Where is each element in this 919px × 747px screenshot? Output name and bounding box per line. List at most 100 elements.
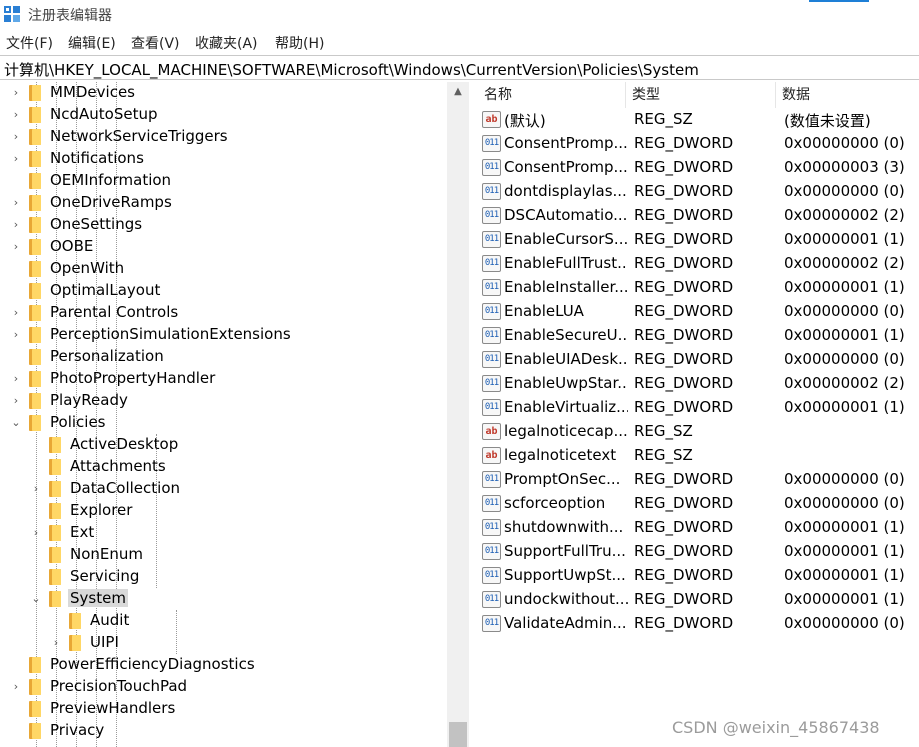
tree-node[interactable]: › UIPI [0,632,447,654]
menu-help[interactable]: 帮助(H) [275,33,324,53]
tree-node[interactable]: Explorer [0,500,447,522]
string-value-icon: ab [482,423,501,440]
tree-node[interactable]: › Parental Controls [0,302,447,324]
tree-node[interactable]: › PhotoPropertyHandler [0,368,447,390]
tree-scrollbar[interactable]: ▲ [447,82,469,747]
tree-node[interactable]: › Notifications [0,148,447,170]
expand-chevron-icon[interactable]: › [10,219,22,231]
tree-node-label: UIPI [90,633,119,651]
tree-node[interactable]: › PerceptionSimulationExtensions [0,324,447,346]
value-row[interactable]: 011 EnableUwpStar... REG_DWORD 0x00000002 (… [470,372,919,396]
tree-node[interactable]: › NcdAutoSetup [0,104,447,126]
tree-node[interactable]: Personalization [0,346,447,368]
menu-view[interactable]: 查看(V) [131,33,180,53]
tree-node[interactable]: OpenWith [0,258,447,280]
expand-chevron-icon[interactable]: › [30,483,42,495]
value-row[interactable]: 011 ValidateAdmin... REG_DWORD 0x00000000 (… [470,612,919,636]
folder-icon [49,525,61,541]
expand-chevron-icon[interactable]: › [10,681,22,693]
tree-node[interactable]: Attachments [0,456,447,478]
menu-favorites[interactable]: 收藏夹(A) [195,33,258,53]
tree-node[interactable]: OEMInformation [0,170,447,192]
tree-node[interactable]: › OneSettings [0,214,447,236]
value-row[interactable]: ab legalnoticecap... REG_SZ [470,420,919,444]
expand-chevron-icon[interactable]: › [10,395,22,407]
value-row[interactable]: 011 ConsentPromp... REG_DWORD 0x00000000 (0… [470,132,919,156]
expand-chevron-icon[interactable]: › [10,153,22,165]
value-row[interactable]: 011 EnableInstaller... REG_DWORD 0x00000001… [470,276,919,300]
value-row[interactable]: 011 DSCAutomatio... REG_DWORD 0x00000002 (2… [470,204,919,228]
value-name: ConsentPromp... [504,158,628,176]
title-bar: 注册表编辑器 [0,0,919,30]
folder-icon [29,261,41,277]
value-row[interactable]: 011 scforceoption REG_DWORD 0x00000000 (0) [470,492,919,516]
value-row[interactable]: 011 EnableVirtualiz... REG_DWORD 0x00000001… [470,396,919,420]
tree-node[interactable]: › NetworkServiceTriggers [0,126,447,148]
expand-chevron-icon[interactable]: › [10,329,22,341]
tree-node[interactable]: › OneDriveRamps [0,192,447,214]
tree-node-label: PrecisionTouchPad [50,677,188,695]
value-row[interactable]: 011 EnableCursorS... REG_DWORD 0x00000001 (… [470,228,919,252]
collapse-chevron-icon[interactable]: ⌄ [30,593,42,605]
tree-node[interactable]: Servicing [0,566,447,588]
tree-node[interactable]: › MMDevices [0,82,447,104]
value-row[interactable]: 011 EnableSecureU... REG_DWORD 0x00000001 (… [470,324,919,348]
value-row[interactable]: 011 SupportFullTru... REG_DWORD 0x00000001 … [470,540,919,564]
scroll-thumb[interactable] [449,722,467,747]
tree-node[interactable]: › Ext [0,522,447,544]
value-row[interactable]: 011 EnableLUA REG_DWORD 0x00000000 (0) [470,300,919,324]
expand-chevron-icon[interactable]: › [30,527,42,539]
folder-icon [29,657,41,673]
value-type: REG_DWORD [634,518,734,536]
value-row[interactable]: 011 EnableFullTrust... REG_DWORD 0x00000002… [470,252,919,276]
tree-node[interactable]: › OOBE [0,236,447,258]
value-row[interactable]: 011 undockwithout... REG_DWORD 0x00000001 (… [470,588,919,612]
address-path[interactable]: 计算机\HKEY_LOCAL_MACHINE\SOFTWARE\Microsof… [4,59,699,80]
scroll-up-arrow-icon[interactable]: ▲ [447,82,469,102]
column-header-name[interactable]: 名称 [478,82,626,108]
tree-node[interactable]: PowerEfficiencyDiagnostics [0,654,447,676]
tree-node[interactable]: › DataCollection [0,478,447,500]
tree-node[interactable]: PreviewHandlers [0,698,447,720]
expand-chevron-icon[interactable]: › [10,131,22,143]
tree-node[interactable]: Privacy [0,720,447,742]
tree-node[interactable]: ⌄ System [0,588,447,610]
folder-icon [49,547,61,563]
value-row[interactable]: ab (默认) REG_SZ (数值未设置) [470,108,919,132]
expand-chevron-icon[interactable]: › [10,197,22,209]
tree-node[interactable]: ActiveDesktop [0,434,447,456]
value-row[interactable]: 011 PromptOnSec... REG_DWORD 0x00000000 (0) [470,468,919,492]
dword-value-icon: 011 [482,375,501,392]
tree-node[interactable]: OptimalLayout [0,280,447,302]
value-row[interactable]: ab legalnoticetext REG_SZ [470,444,919,468]
address-bar[interactable]: 计算机\HKEY_LOCAL_MACHINE\SOFTWARE\Microsof… [0,55,919,80]
tree-node[interactable]: NonEnum [0,544,447,566]
tree-node-label: MMDevices [50,83,135,101]
column-header-type[interactable]: 类型 [626,82,776,108]
tree-node[interactable]: ⌄ Policies [0,412,447,434]
value-data: 0x00000000 (0) [784,350,905,368]
dword-value-icon: 011 [482,279,501,296]
column-header-data[interactable]: 数据 [776,82,919,108]
value-row[interactable]: 011 ConsentPromp... REG_DWORD 0x00000003 (3… [470,156,919,180]
expand-chevron-icon[interactable]: › [10,109,22,121]
folder-icon [29,107,41,123]
tree-node[interactable]: Audit [0,610,447,632]
expand-chevron-icon[interactable]: › [50,637,62,649]
value-row[interactable]: 011 EnableUIADesk... REG_DWORD 0x00000000 (… [470,348,919,372]
tree-node[interactable]: › PlayReady [0,390,447,412]
menu-file[interactable]: 文件(F) [6,33,53,53]
value-data: 0x00000001 (1) [784,566,905,584]
expand-chevron-icon[interactable]: › [10,307,22,319]
expand-chevron-icon[interactable]: › [10,373,22,385]
value-row[interactable]: 011 shutdownwith... REG_DWORD 0x00000001 (1… [470,516,919,540]
tree-node[interactable]: › PrecisionTouchPad [0,676,447,698]
value-row[interactable]: 011 dontdisplaylas... REG_DWORD 0x00000000 … [470,180,919,204]
expand-chevron-icon[interactable]: › [10,241,22,253]
expand-chevron-icon[interactable]: › [10,87,22,99]
collapse-chevron-icon[interactable]: ⌄ [10,417,22,429]
value-row[interactable]: 011 SupportUwpSt... REG_DWORD 0x00000001 (1… [470,564,919,588]
values-pane[interactable]: 名称 类型 数据 ab (默认) REG_SZ (数值未设置) 011 ConsentPr… [470,82,919,747]
key-tree-pane[interactable]: › MMDevices › NcdAutoSetup › NetworkServiceTr… [0,82,469,747]
menu-edit[interactable]: 编辑(E) [68,33,116,53]
